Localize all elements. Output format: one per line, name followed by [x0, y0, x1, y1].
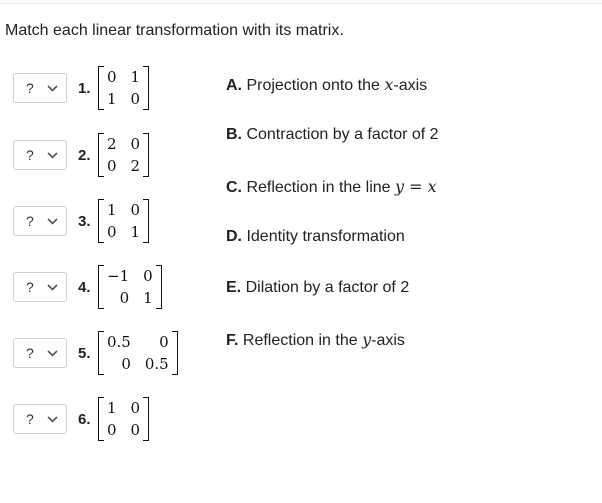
choice-math: y = x — [394, 177, 437, 196]
answer-select-2[interactable]: ? — [13, 140, 67, 170]
matrix-cell: 0 — [143, 267, 153, 285]
matrix-2: 2 0 0 2 — [98, 133, 150, 177]
matrix-1: 0 1 1 0 — [98, 66, 150, 110]
matrix-cell: 0 — [107, 157, 117, 175]
matrix-cell: 0 — [107, 68, 117, 86]
matrix-cell: 2 — [130, 157, 141, 175]
match-row-6: ? 6. 1 0 0 0 — [13, 391, 150, 447]
matrix-cell: 0 — [130, 399, 141, 417]
matrix-cell: 1 — [107, 201, 117, 219]
matrix-cell: 0 — [107, 223, 117, 241]
matrix-cell: 0 — [130, 421, 141, 439]
matrix-cell: 2 — [107, 135, 117, 153]
answer-select-1[interactable]: ? — [13, 73, 67, 103]
item-number: 3. — [78, 212, 91, 230]
matrix-cell: 0 — [130, 201, 141, 219]
choice-text: Reflection in the — [242, 332, 363, 349]
chevron-down-icon — [46, 413, 58, 425]
matrix-cell: 0 — [159, 333, 169, 351]
matrix-cell: −1 — [107, 267, 130, 285]
choice-text: Dilation by a factor of 2 — [245, 279, 410, 296]
matrix-5: 0.5 0 0 0.5 — [98, 331, 178, 375]
matrix-cell: 0 — [130, 90, 141, 108]
matrix-cell: 1 — [130, 223, 141, 241]
matrix-cell: 1 — [143, 289, 153, 307]
choice-letter: A. — [226, 77, 242, 94]
matrix-cell: 1 — [130, 68, 141, 86]
matrix-cell: 0 — [119, 289, 130, 307]
choice-letter: B. — [226, 126, 242, 143]
matrix-cell: 1 — [107, 399, 117, 417]
select-value: ? — [26, 80, 34, 96]
select-value: ? — [26, 279, 34, 295]
match-row-3: ? 3. 1 0 0 1 — [13, 193, 150, 249]
answer-select-3[interactable]: ? — [13, 206, 67, 236]
question-prompt: Match each linear transformation with it… — [5, 22, 344, 39]
select-value: ? — [26, 345, 34, 361]
answer-choice-a: A. Projection onto the x-axis — [226, 75, 427, 95]
choice-suffix: -axis — [393, 77, 428, 94]
match-row-5: ? 5. 0.5 0 0 0.5 — [13, 325, 178, 381]
matrix-cell: 0 — [121, 355, 131, 373]
matrix-cell: 0 — [107, 421, 117, 439]
chevron-down-icon — [46, 215, 58, 227]
item-number: 5. — [78, 344, 91, 362]
choice-text: Contraction by a factor of 2 — [246, 126, 439, 143]
answer-select-6[interactable]: ? — [13, 404, 67, 434]
choice-suffix: -axis — [371, 332, 405, 349]
answer-choice-f: F. Reflection in the y-axis — [226, 330, 405, 350]
answer-choice-c: C. Reflection in the line y = x — [226, 177, 437, 197]
matrix-cell: 0.5 — [144, 355, 169, 373]
select-value: ? — [26, 213, 34, 229]
matrix-3: 1 0 0 1 — [98, 199, 150, 243]
item-number: 1. — [78, 79, 91, 97]
answer-choice-b: B. Contraction by a factor of 2 — [226, 126, 439, 144]
matrix-4: −1 0 0 1 — [98, 265, 162, 309]
choice-math: y — [362, 330, 372, 349]
choice-letter: C. — [226, 179, 242, 196]
choice-math: x — [384, 75, 394, 94]
choice-text: Reflection in the line — [246, 179, 395, 196]
choice-text: Projection onto the — [246, 77, 385, 94]
item-number: 6. — [78, 410, 91, 428]
matrix-cell: 1 — [107, 90, 117, 108]
chevron-down-icon — [46, 281, 58, 293]
choice-text: Identity transformation — [246, 228, 405, 245]
match-row-1: ? 1. 0 1 1 0 — [13, 60, 150, 116]
choice-letter: E. — [226, 279, 242, 296]
select-value: ? — [26, 411, 34, 427]
top-divider — [0, 3, 602, 4]
chevron-down-icon — [46, 82, 58, 94]
select-value: ? — [26, 147, 34, 163]
matrix-6: 1 0 0 0 — [98, 397, 150, 441]
chevron-down-icon — [46, 347, 58, 359]
item-number: 4. — [78, 278, 91, 296]
answer-select-5[interactable]: ? — [13, 338, 67, 368]
chevron-down-icon — [46, 149, 58, 161]
matrix-cell: 0.5 — [107, 333, 131, 351]
choice-letter: D. — [226, 228, 242, 245]
matrix-cell: 0 — [130, 135, 141, 153]
answer-select-4[interactable]: ? — [13, 272, 67, 302]
match-row-4: ? 4. −1 0 0 1 — [13, 259, 162, 315]
answer-choice-e: E. Dilation by a factor of 2 — [226, 279, 409, 297]
item-number: 2. — [78, 146, 91, 164]
answer-choice-d: D. Identity transformation — [226, 228, 405, 246]
choice-letter: F. — [226, 332, 239, 349]
match-row-2: ? 2. 2 0 0 2 — [13, 127, 150, 183]
